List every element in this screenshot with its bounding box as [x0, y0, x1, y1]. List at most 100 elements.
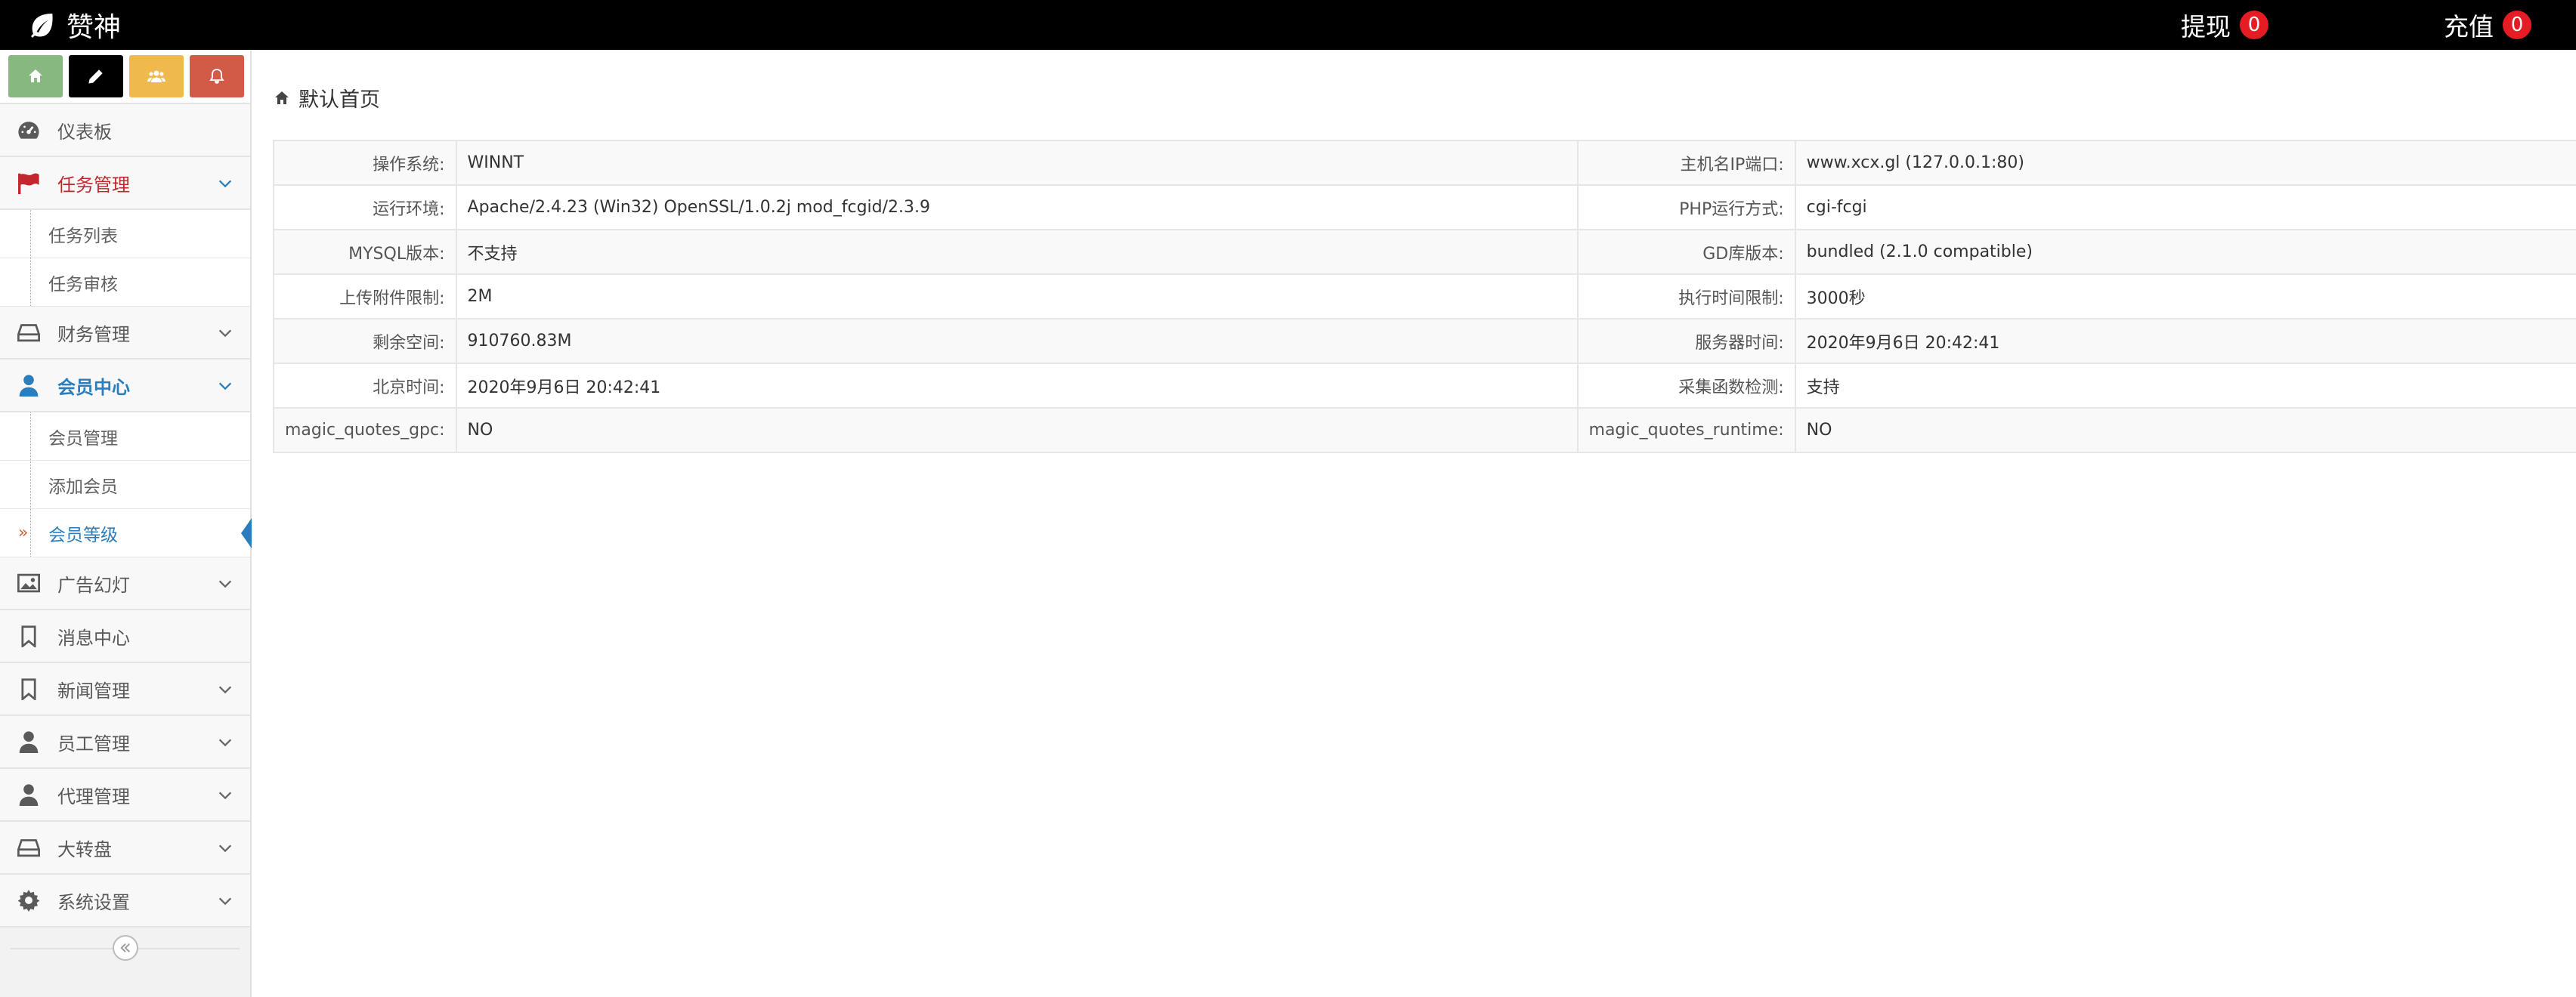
sidebar-item-news-management[interactable]: 新闻管理: [0, 663, 250, 716]
sidebar-item-label: 仪表板: [57, 121, 112, 143]
table-row: 上传附件限制: 2M 执行时间限制: 3000秒: [273, 273, 2576, 319]
recharge-label: 充值: [2444, 12, 2494, 42]
hdd-icon: [17, 324, 40, 342]
chevron-down-icon: [218, 580, 232, 588]
sidebar-item-label: 会员中心: [57, 376, 130, 398]
sidebar-item-label: 财务管理: [57, 323, 130, 345]
user-icon: [19, 375, 39, 397]
info-value: NO: [1794, 407, 2576, 453]
home-icon: [275, 91, 289, 104]
shortcut-home-button[interactable]: [8, 55, 63, 97]
bookmark-icon: [21, 678, 36, 700]
info-value: 支持: [1794, 363, 2576, 409]
info-key: magic_quotes_gpc:: [273, 407, 457, 453]
chevron-down-icon: [218, 844, 232, 853]
sidebar-item-task-management[interactable]: 任务管理: [0, 157, 250, 210]
sidebar-item-label: 系统设置: [57, 891, 130, 913]
server-info-table: 操作系统: WINNT 主机名IP端口: www.xcx.gl (127.0.0.1:…: [273, 140, 2576, 453]
sidebar: 仪表板 任务管理 »任务列表 »任务审核 财务管理 会员中心 »会员管理 »添加…: [0, 50, 252, 997]
info-key: MYSQL版本:: [273, 229, 457, 275]
withdraw-label: 提现: [2181, 12, 2231, 42]
sidebar-item-task-review[interactable]: »任务审核: [0, 258, 250, 307]
user-icon: [19, 784, 39, 806]
chevron-down-icon: [218, 329, 232, 338]
sidebar-item-member-center[interactable]: 会员中心: [0, 360, 250, 412]
shortcut-users-button[interactable]: [129, 55, 184, 97]
sidebar-item-finance[interactable]: 财务管理: [0, 307, 250, 360]
info-value: bundled (2.1.0 compatible): [1794, 229, 2576, 275]
withdraw-link[interactable]: 提现 0: [2181, 0, 2268, 50]
task-submenu: »任务列表 »任务审核: [0, 210, 250, 307]
top-navbar: 赞神 提现 0 充值 0: [0, 0, 2576, 50]
sidebar-item-member-management[interactable]: »会员管理: [0, 412, 250, 461]
sidebar-item-task-list[interactable]: »任务列表: [0, 210, 250, 258]
info-key: PHP运行方式:: [1576, 184, 1796, 230]
sidebar-collapse-button[interactable]: [112, 935, 138, 961]
pencil-icon: [88, 69, 103, 84]
double-angle-left-icon: [119, 943, 130, 952]
info-key: 服务器时间:: [1576, 318, 1796, 364]
chevron-down-icon: [218, 897, 232, 906]
chevron-down-icon: [218, 382, 232, 390]
sidebar-item-staff-management[interactable]: 员工管理: [0, 716, 250, 769]
info-key: 主机名IP端口:: [1576, 140, 1796, 186]
sidebar-item-ad-slides[interactable]: 广告幻灯: [0, 557, 250, 610]
sidebar-item-label: 代理管理: [57, 786, 130, 807]
brand[interactable]: 赞神: [27, 0, 121, 50]
table-row: 运行环境: Apache/2.4.23 (Win32) OpenSSL/1.0.2…: [273, 184, 2576, 230]
chevron-down-icon: [218, 792, 232, 800]
user-icon: [19, 731, 39, 753]
sidebar-item-label: 新闻管理: [57, 680, 130, 702]
info-value: 2020年9月6日 20:42:41: [1794, 318, 2576, 364]
sidebar-item-label: 任务管理: [57, 174, 130, 196]
breadcrumb: 默认首页: [273, 83, 380, 113]
hdd-icon: [17, 839, 40, 857]
brand-name: 赞神: [66, 12, 122, 43]
info-value: 3000秒: [1794, 273, 2576, 319]
double-angle-right-icon: »: [18, 523, 29, 542]
member-submenu: »会员管理 »添加会员 »会员等级: [0, 412, 252, 557]
info-key: 操作系统:: [273, 140, 457, 186]
info-key: 北京时间:: [273, 363, 457, 409]
info-key: 采集函数检测:: [1576, 363, 1796, 409]
info-key: 执行时间限制:: [1576, 273, 1796, 319]
chevron-down-icon: [218, 180, 232, 188]
sidebar-item-label: 员工管理: [57, 733, 130, 755]
dashboard-icon: [18, 122, 39, 139]
sidebar-item-system-settings[interactable]: 系统设置: [0, 875, 250, 928]
sidebar-item-add-member[interactable]: »添加会员: [0, 461, 250, 509]
recharge-link[interactable]: 充值 0: [2444, 0, 2531, 50]
table-row: 操作系统: WINNT 主机名IP端口: www.xcx.gl (127.0.0.1:…: [273, 140, 2576, 186]
chevron-down-icon: [218, 739, 232, 747]
sidebar-item-lucky-wheel[interactable]: 大转盘: [0, 822, 250, 875]
info-key: magic_quotes_runtime:: [1576, 407, 1796, 453]
sidebar-item-label: 广告幻灯: [57, 574, 130, 596]
gear-icon: [17, 890, 40, 912]
info-value: www.xcx.gl (127.0.0.1:80): [1794, 140, 2576, 186]
sidebar-item-agent-management[interactable]: 代理管理: [0, 769, 250, 822]
sidebar-item-dashboard[interactable]: 仪表板: [0, 104, 250, 157]
sidebar-item-member-level[interactable]: » 会员等级: [0, 509, 252, 557]
shortcut-edit-button[interactable]: [69, 55, 123, 97]
info-key: 上传附件限制:: [273, 273, 457, 319]
info-key: 剩余空间:: [273, 318, 457, 364]
main-content: 默认首页 操作系统: WINNT 主机名IP端口: www.xcx.gl (127.0…: [253, 50, 2576, 997]
sidebar-item-message-center[interactable]: 消息中心: [0, 610, 250, 663]
info-value: 2M: [455, 273, 1579, 319]
sidebar-item-label: 大转盘: [57, 838, 112, 860]
users-icon: [147, 70, 165, 82]
shortcut-buttons: [0, 50, 250, 104]
flag-icon: [18, 173, 39, 194]
info-value: 910760.83M: [455, 318, 1579, 364]
home-icon: [29, 69, 42, 82]
info-value: Apache/2.4.23 (Win32) OpenSSL/1.0.2j mod…: [455, 184, 1579, 230]
bell-icon: [209, 69, 224, 84]
shortcut-notify-button[interactable]: [190, 55, 244, 97]
table-row: magic_quotes_gpc: NO magic_quotes_runtime:…: [273, 407, 2576, 453]
sidebar-item-label: 消息中心: [57, 627, 130, 649]
sidebar-collapse-row: [0, 933, 250, 963]
info-value: WINNT: [455, 140, 1579, 186]
table-row: 剩余空间: 910760.83M 服务器时间: 2020年9月6日 20:42:41: [273, 318, 2576, 364]
bookmark-icon: [21, 625, 36, 647]
leaf-icon: [31, 14, 53, 38]
